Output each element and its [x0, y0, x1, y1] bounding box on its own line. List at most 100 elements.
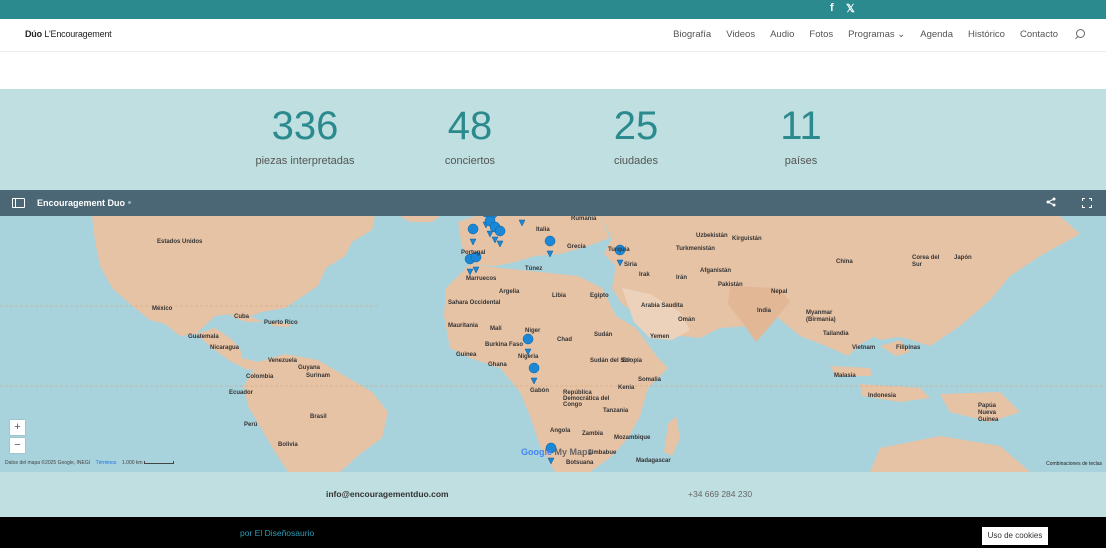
map-label: México: [152, 306, 173, 312]
stat-value: 25: [613, 104, 659, 148]
map-label: Perú: [244, 422, 258, 428]
map-label: Papúa Nueva Guinea: [978, 403, 999, 423]
map-label: Zambia: [582, 431, 604, 437]
map-label: Marruecos: [466, 276, 497, 282]
site-logo[interactable]: Dúo L'Encouragement: [25, 29, 112, 39]
map-label: Kenia: [618, 385, 635, 391]
map-label: Madagascar: [636, 458, 671, 464]
map-label: Omán: [678, 317, 696, 323]
map-label: Chad: [557, 337, 572, 343]
map-label: Uzbekistán: [696, 233, 728, 239]
map-label: Rumania: [571, 216, 597, 222]
map-label: Estados Unidos: [157, 239, 203, 245]
map-label: Nigeria: [518, 354, 539, 360]
map-label: Etiopía: [622, 358, 643, 364]
map-label: Turquía: [608, 247, 630, 253]
map-label: Mauritania: [448, 323, 479, 329]
nav-contacto[interactable]: Contacto: [1020, 29, 1058, 40]
map-label: Filipinas: [896, 345, 921, 351]
map-label: Turkmenistán: [676, 246, 715, 252]
map-label: Yemen: [650, 334, 670, 340]
map-label: Puerto Rico: [264, 320, 298, 326]
nav-agenda[interactable]: Agenda: [920, 29, 953, 40]
map-label: Vietnam: [852, 345, 876, 351]
stat-value: 336: [271, 104, 339, 148]
map-label: China: [836, 259, 853, 265]
map-label: Malasia: [834, 373, 856, 379]
fullscreen-icon[interactable]: [1082, 198, 1092, 208]
map-label: Ghana: [488, 362, 507, 368]
keyboard-shortcuts-link[interactable]: Combinaciones de teclas: [1046, 461, 1102, 467]
map-label: Argelia: [499, 289, 520, 295]
stat-label: piezas interpretadas: [255, 155, 355, 167]
email-link[interactable]: info@encouragementduo.com: [326, 489, 449, 499]
map-label: Kirguistán: [732, 236, 762, 242]
nav-biografia[interactable]: Biografía: [673, 29, 711, 40]
main-nav: Biografía Videos Audio Fotos Programas ⌄…: [673, 28, 1086, 41]
nav-programas-label: Programas: [848, 29, 895, 40]
nav-audio[interactable]: Audio: [770, 29, 794, 40]
top-bar: f 𝕏: [0, 0, 1106, 19]
map-label: Nepal: [771, 289, 788, 295]
map-label: Tailandia: [823, 331, 849, 337]
nav-fotos[interactable]: Fotos: [809, 29, 833, 40]
nav-programas[interactable]: Programas ⌄: [848, 29, 905, 40]
map-label: Sudán: [594, 332, 613, 338]
map-info-dot: [128, 201, 131, 204]
nav-videos[interactable]: Videos: [726, 29, 755, 40]
facebook-icon[interactable]: f: [830, 2, 834, 14]
stat-value: 11: [780, 104, 822, 148]
stat-value: 48: [447, 104, 493, 148]
map-label: Grecia: [567, 244, 586, 250]
map-label: Túnez: [525, 266, 543, 272]
attribution-text: Datos del mapa ©2025 Google, INEGI: [5, 460, 91, 466]
contact-bar: info@encouragementduo.com +34 669 284 23…: [0, 472, 1106, 517]
nav-historico[interactable]: Histórico: [968, 29, 1005, 40]
map-label: Irak: [639, 272, 650, 278]
map-label: Arabia Saudita: [641, 303, 684, 309]
map-label: Níger: [525, 328, 541, 334]
map-label: Surinam: [306, 373, 331, 379]
credit-link[interactable]: por El Diseñosaurio: [240, 528, 314, 538]
map-label: Guinea: [456, 352, 477, 358]
map-label: Somalia: [638, 377, 662, 383]
stat-ciudades: 25 ciudades: [566, 103, 706, 167]
search-icon[interactable]: [1073, 28, 1086, 41]
map-header-bar: Encouragement Duo: [0, 190, 1106, 216]
world-map[interactable]: Estados Unidos México Cuba Puerto Rico G…: [0, 216, 1106, 472]
phone-number[interactable]: +34 669 284 230: [688, 489, 752, 499]
mymaps-wordmark: My Maps: [554, 447, 593, 457]
map-label: Brasil: [310, 414, 327, 420]
logo-word-encouragement: L'Encouragement: [44, 29, 112, 39]
map-label: Irán: [676, 275, 688, 281]
terms-link[interactable]: Términos: [96, 460, 117, 466]
map-label: Guyana: [298, 365, 321, 371]
zoom-out-button[interactable]: −: [10, 438, 25, 453]
share-icon[interactable]: [1046, 197, 1056, 210]
map-title[interactable]: Encouragement Duo: [37, 198, 125, 208]
sidebar-toggle-icon[interactable]: [12, 198, 25, 208]
stat-piezas: 336 piezas interpretadas: [235, 103, 375, 167]
google-wordmark: Google: [521, 447, 552, 457]
map-label: Afganistán: [700, 268, 732, 274]
map-label: Myanmar (Birmania): [806, 310, 836, 323]
cookies-button[interactable]: Uso de cookies: [982, 527, 1048, 545]
map-label: Japón: [954, 255, 972, 261]
logo-word-duo: Dúo: [25, 29, 42, 39]
map-label: Nicaragua: [210, 345, 240, 351]
chevron-down-icon: ⌄: [897, 29, 906, 40]
map-attribution: Datos del mapa ©2025 Google, INEGI Térmi…: [5, 460, 174, 466]
zoom-in-button[interactable]: +: [10, 420, 25, 435]
map-label: Bolivia: [278, 442, 298, 448]
map-label: Tanzania: [603, 408, 629, 414]
x-icon[interactable]: 𝕏: [846, 2, 855, 15]
map-label: Portugal: [461, 250, 486, 256]
map-label: Burkina Faso: [485, 342, 524, 348]
stats-section: 336 piezas interpretadas 48 conciertos 2…: [0, 89, 1106, 190]
scale-label: 1.000 km: [122, 460, 143, 466]
map-label: Italia: [536, 227, 550, 233]
map-label: Libia: [552, 293, 567, 299]
google-logo: Google My Maps: [521, 447, 593, 457]
map-label: Ecuador: [229, 390, 254, 396]
map-label: Sahara Occidental: [448, 300, 501, 306]
